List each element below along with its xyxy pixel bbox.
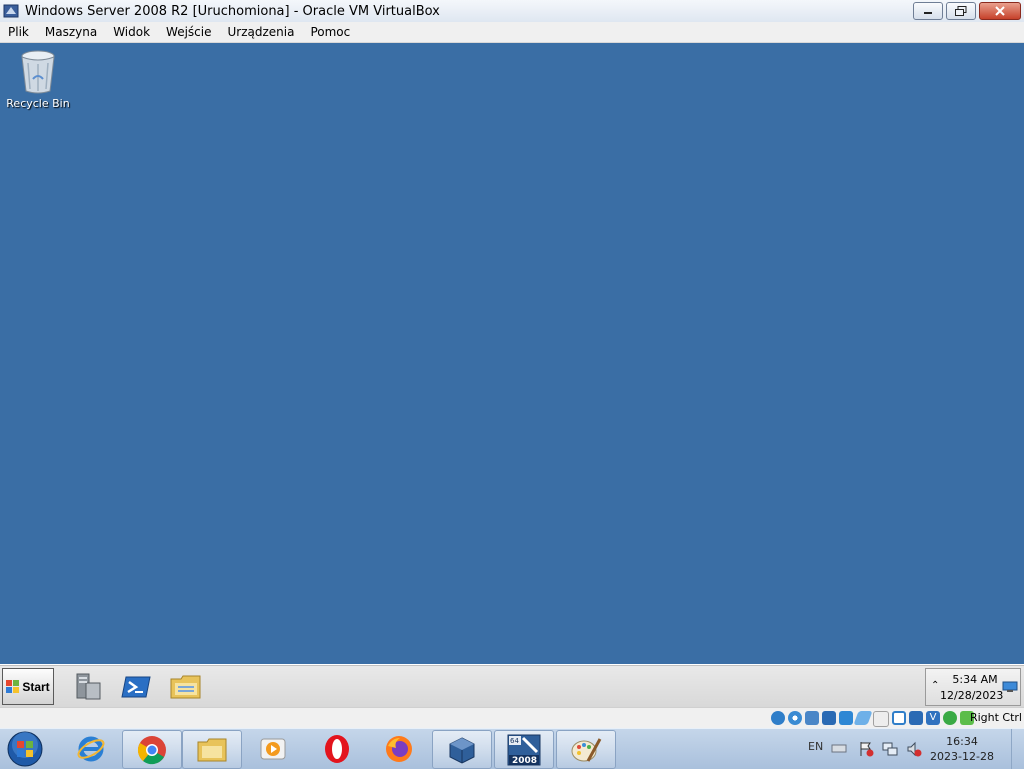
guest-start-label: Start: [22, 679, 50, 694]
usb-icon[interactable]: [839, 711, 853, 725]
shared-folders-icon[interactable]: [853, 711, 873, 725]
network-icon[interactable]: [882, 741, 898, 757]
quicklaunch-server-manager[interactable]: [70, 669, 106, 705]
guest-clock-time[interactable]: 5:34 AM: [944, 673, 1006, 686]
show-desktop-button[interactable]: [1011, 729, 1024, 769]
video-capture-icon[interactable]: [892, 711, 906, 725]
guest-taskbar: Start ⌃ 5:34 AM 12/28/2023: [0, 664, 1024, 708]
audio-icon[interactable]: [805, 711, 819, 725]
powershell-icon: [121, 676, 151, 698]
virtualbox-icon: [449, 736, 475, 764]
menu-bar: Plik Maszyna Widok Wejście Urządzenia Po…: [0, 22, 1024, 43]
network-icon[interactable]: [822, 711, 836, 725]
restore-icon: [955, 6, 967, 16]
taskbar-media-player[interactable]: [244, 730, 302, 767]
desktop-icon-label: Recycle Bin: [6, 97, 70, 110]
windows-logo-icon: [6, 679, 20, 693]
restore-button[interactable]: [946, 2, 976, 20]
chrome-icon: [137, 735, 166, 764]
show-hidden-icons-chevron-icon[interactable]: ⌃: [931, 680, 939, 691]
language-indicator[interactable]: EN: [808, 740, 823, 753]
server-manager-icon: [76, 673, 101, 700]
windows-orb-icon: [7, 731, 43, 767]
recycle-bin-icon: [21, 50, 55, 94]
display-icon[interactable]: [873, 711, 889, 727]
host-taskbar: 64 2008 EN 16:34 2023-12-28: [0, 728, 1024, 769]
opera-icon: [325, 734, 349, 763]
explorer-icon: [197, 738, 227, 761]
keyboard-icon[interactable]: [831, 741, 847, 755]
menu-maszyna[interactable]: Maszyna: [37, 25, 105, 39]
host-key-label: Right Ctrl: [969, 711, 1022, 724]
host-start-orb[interactable]: [6, 731, 44, 767]
taskbar-paint[interactable]: [556, 730, 616, 769]
close-icon: [995, 6, 1005, 16]
network-monitor-icon[interactable]: [1002, 681, 1018, 693]
mouse-integration-icon[interactable]: V: [926, 711, 940, 725]
menu-urzadzenia[interactable]: Urządzenia: [219, 25, 302, 39]
vm-badge-top: 64: [510, 737, 519, 745]
host-notification-area: EN 16:34 2023-12-28: [800, 729, 1024, 769]
virtualbox-icon: [3, 4, 19, 18]
desktop-icon-recycle-bin[interactable]: Recycle Bin: [6, 49, 70, 110]
window-title: Windows Server 2008 R2 [Uruchomiona] - O…: [25, 3, 440, 19]
media-player-icon: [260, 738, 286, 759]
windows-server-2008-icon: 64 2008: [507, 734, 541, 766]
menu-wejscie[interactable]: Wejście: [158, 25, 219, 39]
flag-alert-icon[interactable]: [858, 741, 874, 757]
window-titlebar[interactable]: Windows Server 2008 R2 [Uruchomiona] - O…: [0, 0, 1024, 23]
guest-desktop[interactable]: Recycle Bin: [0, 43, 1024, 664]
taskbar-firefox[interactable]: [370, 730, 428, 767]
taskbar-explorer[interactable]: [182, 730, 242, 769]
vm-badge-bottom: 2008: [512, 756, 537, 766]
host-clock-date: 2023-12-28: [930, 750, 994, 763]
minimize-button[interactable]: [913, 2, 943, 20]
guest-start-button[interactable]: Start: [2, 668, 54, 705]
taskbar-chrome[interactable]: [122, 730, 182, 769]
taskbar-vm-windows-server-2008[interactable]: 64 2008: [494, 730, 554, 769]
host-clock[interactable]: 16:34 2023-12-28: [922, 734, 1002, 764]
guest-clock-date[interactable]: 12/28/2023: [940, 689, 1003, 702]
quicklaunch-powershell[interactable]: [118, 669, 154, 705]
firefox-icon: [386, 735, 412, 762]
taskbar-internet-explorer[interactable]: [62, 730, 120, 767]
internet-explorer-icon: [77, 736, 105, 761]
menu-plik[interactable]: Plik: [0, 25, 37, 39]
menu-widok[interactable]: Widok: [105, 25, 158, 39]
menu-pomoc[interactable]: Pomoc: [302, 25, 358, 39]
vbox-status-bar: V Right Ctrl: [0, 707, 1024, 729]
guest-notification-area: ⌃ 5:34 AM 12/28/2023: [925, 668, 1021, 706]
minimize-icon: [924, 12, 932, 14]
quicklaunch-explorer[interactable]: [168, 669, 204, 705]
cpu-icon[interactable]: [909, 711, 923, 725]
taskbar-virtualbox[interactable]: [432, 730, 492, 769]
close-button[interactable]: [979, 2, 1021, 20]
explorer-folder-icon: [170, 675, 201, 699]
guest-additions-icon[interactable]: [943, 711, 957, 725]
hard-disk-icon[interactable]: [771, 711, 785, 725]
volume-muted-icon[interactable]: [906, 741, 922, 757]
paint-icon: [571, 737, 602, 762]
optical-drive-icon[interactable]: [788, 711, 802, 725]
taskbar-opera[interactable]: [308, 730, 366, 767]
host-clock-time: 16:34: [946, 735, 978, 748]
